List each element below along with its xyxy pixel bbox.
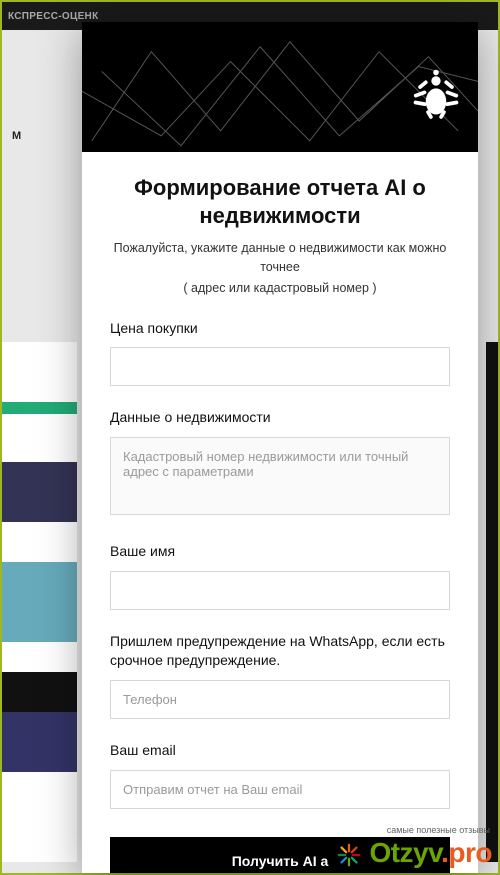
property-textarea[interactable] (110, 437, 450, 515)
modal-body: Формирование отчета AI о недвижимости По… (82, 152, 478, 873)
backdrop-mock-left (2, 342, 77, 862)
name-label: Ваше имя (110, 542, 450, 561)
submit-button[interactable]: Получить AI a (110, 837, 450, 873)
brand-logo-icon (408, 66, 464, 122)
field-name: Ваше имя (110, 542, 450, 610)
field-property: Данные о недвижимости (110, 408, 450, 520)
name-input[interactable] (110, 571, 450, 610)
modal-subtitle-2: ( адрес или кадастровый номер ) (110, 281, 450, 295)
field-price: Цена покупки (110, 319, 450, 387)
email-input[interactable] (110, 770, 450, 809)
phone-input[interactable] (110, 680, 450, 719)
whatsapp-label: Пришлем предупреждение на WhatsApp, если… (110, 632, 450, 670)
field-email: Ваш email (110, 741, 450, 809)
ai-report-modal: Формирование отчета AI о недвижимости По… (82, 22, 478, 873)
email-label: Ваш email (110, 741, 450, 760)
price-label: Цена покупки (110, 319, 450, 338)
property-label: Данные о недвижимости (110, 408, 450, 427)
field-whatsapp: Пришлем предупреждение на WhatsApp, если… (110, 632, 450, 719)
backdrop-mock-right (486, 342, 498, 862)
modal-title: Формирование отчета AI о недвижимости (110, 174, 450, 229)
modal-subtitle: Пожалуйста, укажите данные о недвижимост… (110, 239, 450, 277)
price-input[interactable] (110, 347, 450, 386)
modal-header (82, 22, 478, 152)
